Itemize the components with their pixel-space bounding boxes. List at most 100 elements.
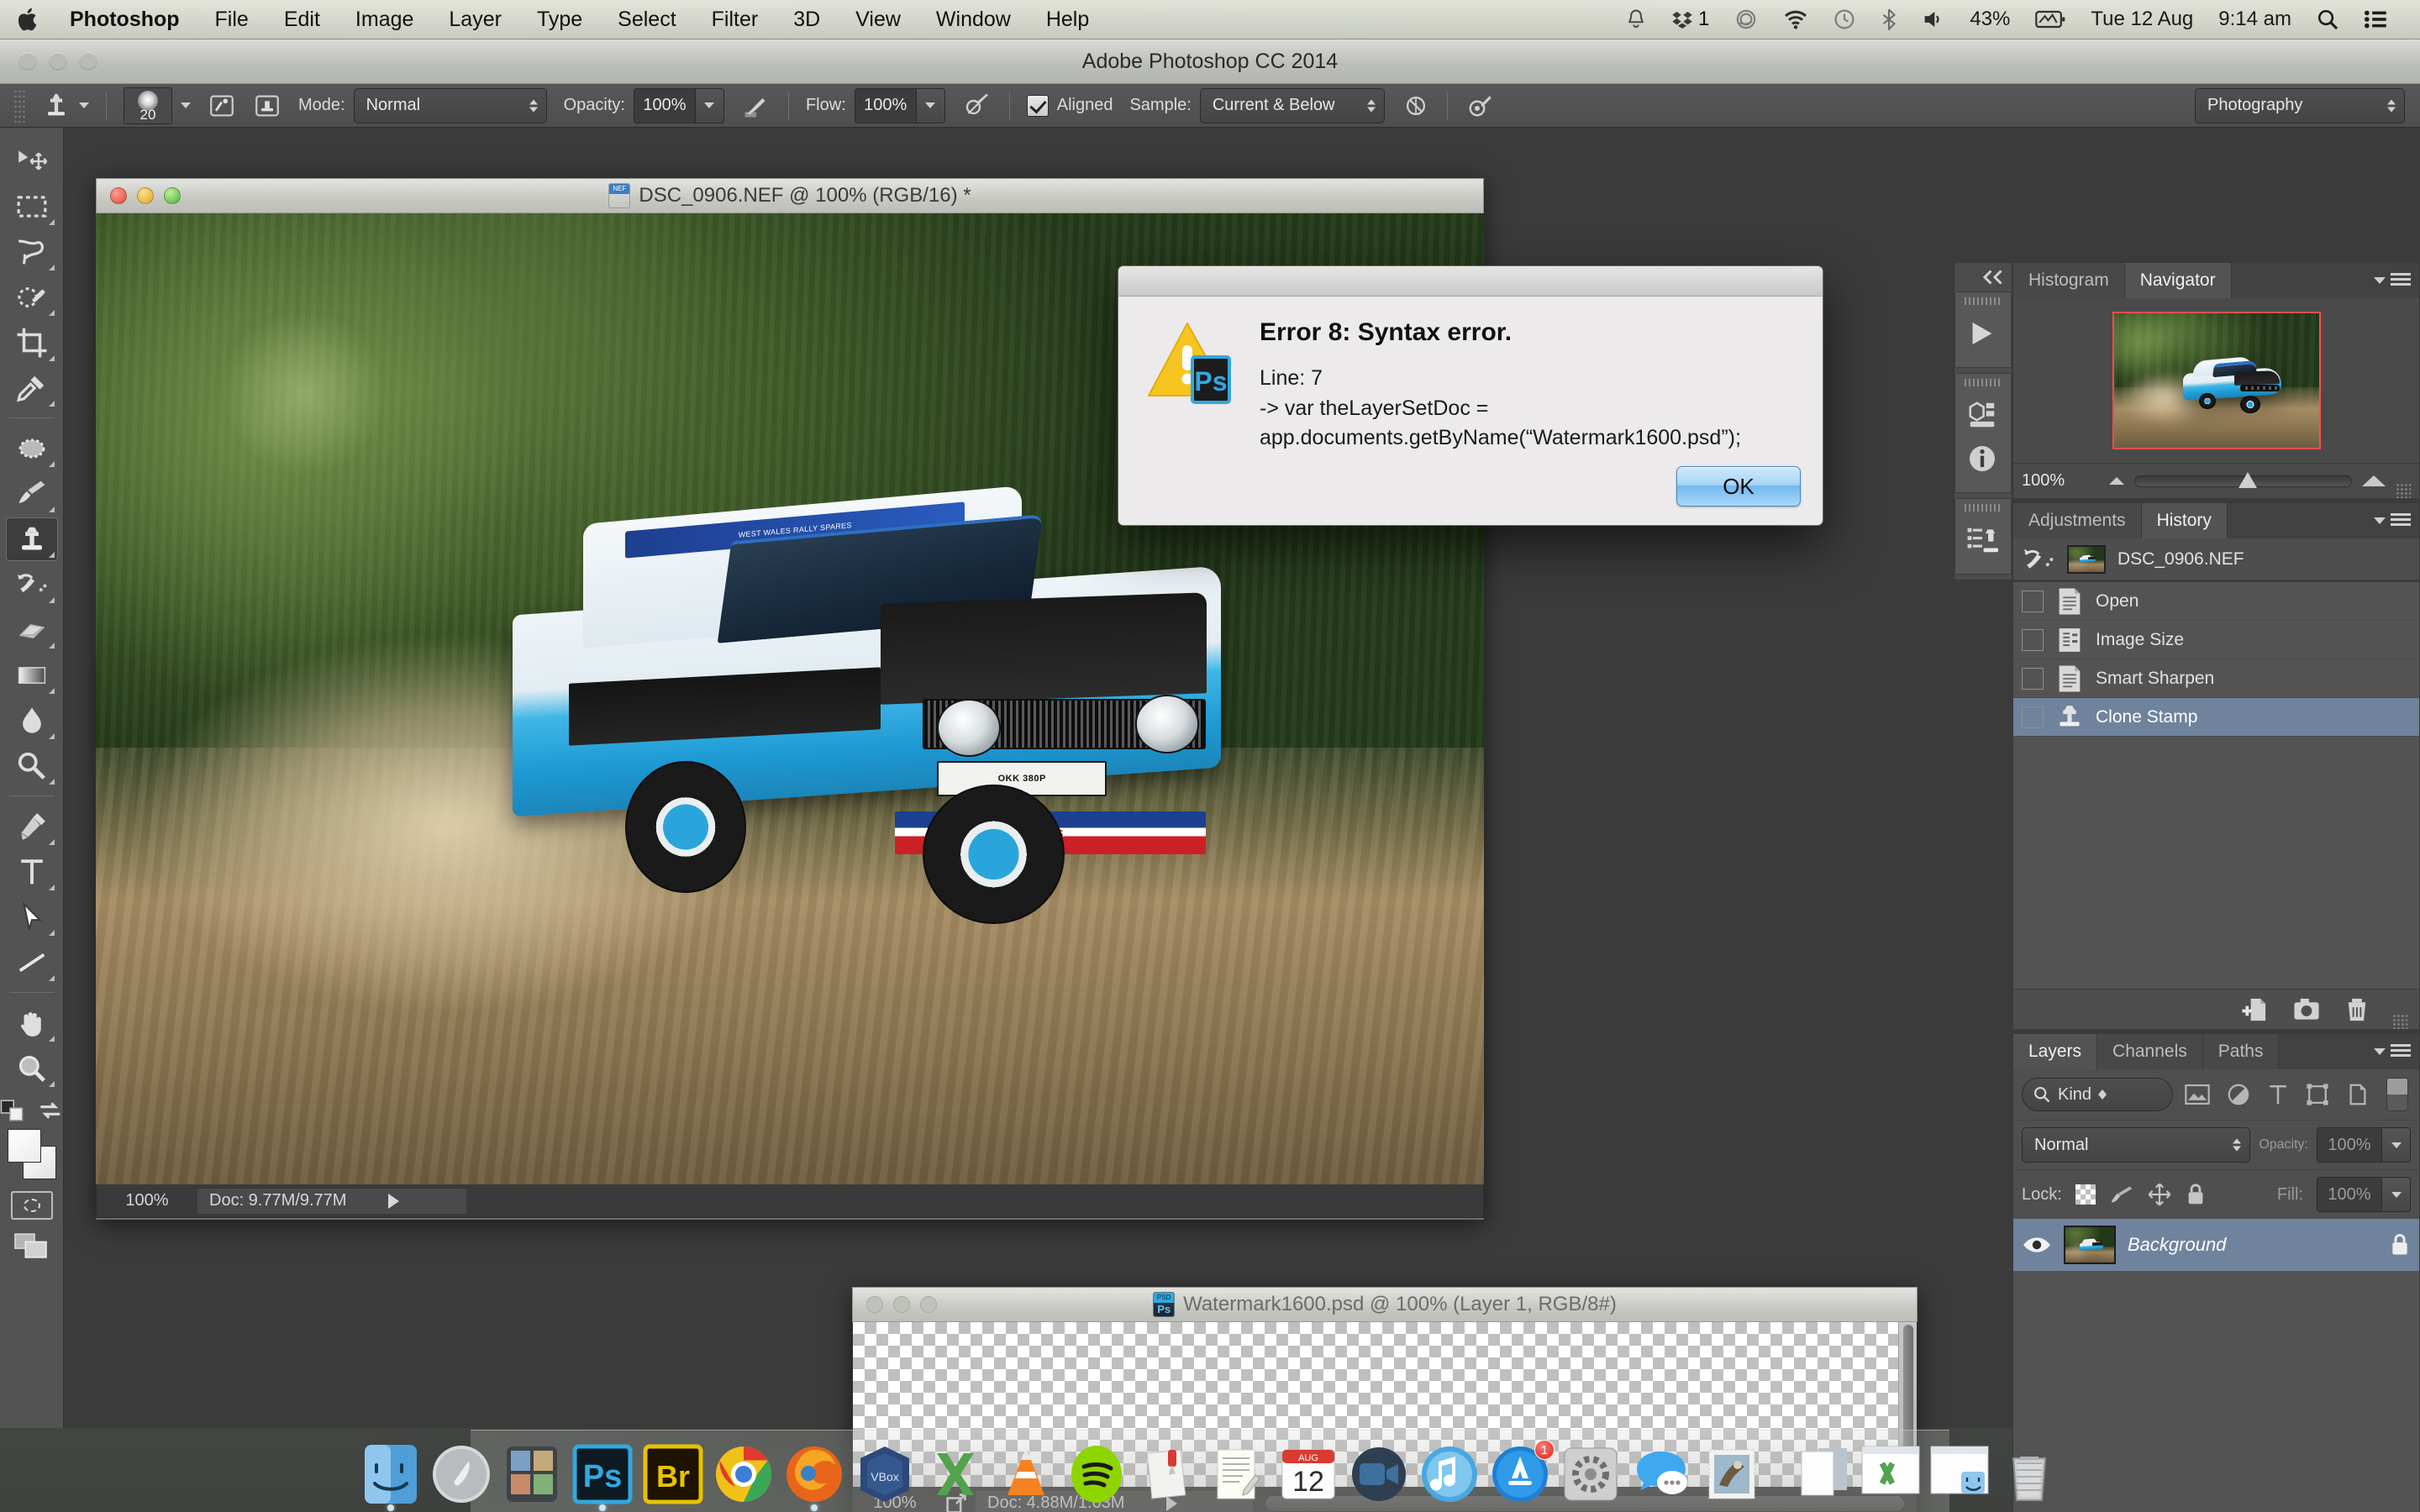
rail-button-actions[interactable]	[1955, 312, 2009, 355]
panel-menu-button[interactable]	[2374, 503, 2411, 538]
tool-eraser[interactable]	[6, 608, 58, 652]
history-state-checkbox[interactable]	[2022, 628, 2044, 651]
flow-dropdown-button[interactable]	[916, 87, 945, 123]
layer-name[interactable]: Background	[2128, 1234, 2377, 1256]
new-document-from-state-icon[interactable]	[2239, 996, 2270, 1023]
slider-knob[interactable]	[2238, 471, 2258, 488]
layer-thumbnail[interactable]	[2064, 1226, 2116, 1264]
dialog-title-bar[interactable]	[1118, 266, 1823, 297]
workspace-select[interactable]: Photography	[2195, 87, 2405, 123]
menu-image[interactable]: Image	[338, 0, 431, 39]
rail-button-info[interactable]	[1955, 437, 2009, 480]
swap-colors-icon[interactable]	[37, 1099, 63, 1122]
close-button[interactable]	[110, 187, 127, 204]
opacity-dropdown-button[interactable]	[695, 87, 724, 123]
panel-grip[interactable]	[1965, 504, 2002, 512]
tool-eyedropper[interactable]	[6, 366, 58, 410]
close-button[interactable]	[18, 52, 37, 71]
menubar-time[interactable]: 9:14 am	[2206, 0, 2304, 39]
eye-icon[interactable]	[2022, 1234, 2052, 1256]
tool-preset-picker[interactable]	[34, 92, 97, 120]
dock-item-messages[interactable]	[1630, 1443, 1692, 1505]
minimize-button[interactable]	[49, 52, 67, 71]
panel-menu-button[interactable]	[2374, 1034, 2411, 1069]
dock-item-textedit[interactable]	[1207, 1443, 1269, 1505]
panel-menu-button[interactable]	[2374, 263, 2411, 298]
dock-item-calendar[interactable]: AUG 12	[1277, 1443, 1339, 1505]
dock-item-preview[interactable]	[1136, 1443, 1198, 1505]
delete-icon[interactable]	[2344, 996, 2370, 1023]
navigator-thumbnail[interactable]	[2112, 312, 2321, 449]
pressure-controls-size-button[interactable]	[1456, 91, 1503, 121]
menu-file[interactable]: File	[197, 0, 266, 39]
filter-pixel-icon[interactable]	[2185, 1084, 2210, 1105]
fill-input[interactable]: 100%	[2317, 1177, 2382, 1212]
lock-all-icon[interactable]	[2185, 1183, 2207, 1206]
flow-input[interactable]: 100%	[854, 87, 917, 123]
tool-gradient[interactable]	[6, 654, 58, 697]
aligned-checkbox[interactable]	[1026, 94, 1049, 117]
menu-help[interactable]: Help	[1028, 0, 1107, 39]
dock-item-bridge[interactable]: Br	[642, 1443, 704, 1505]
dock-item-vlc[interactable]	[995, 1443, 1057, 1505]
tool-brush[interactable]	[6, 472, 58, 516]
filter-type-icon[interactable]	[2267, 1083, 2289, 1106]
zoom-level[interactable]: 100%	[97, 1191, 197, 1210]
collapse-panels-button[interactable]	[1954, 263, 2012, 291]
screen-mode-icon[interactable]	[13, 1231, 50, 1260]
lock-image-pixels-icon[interactable]	[2109, 1184, 2134, 1205]
spotlight-button[interactable]	[2304, 0, 2351, 39]
menu-filter[interactable]: Filter	[694, 0, 776, 39]
tool-rectangular-marquee[interactable]	[6, 185, 58, 228]
tool-type[interactable]	[6, 850, 58, 894]
battery-percent[interactable]: 43%	[1957, 0, 2023, 39]
toggle-clone-source-panel-button[interactable]	[245, 92, 290, 120]
menu-type[interactable]: Type	[519, 0, 600, 39]
bluetooth-status-item[interactable]	[1868, 0, 1910, 39]
dock-item-chrome[interactable]	[713, 1443, 775, 1505]
pressure-controls-opacity-button[interactable]	[733, 91, 780, 121]
zoom-button[interactable]	[164, 187, 181, 204]
dock-item-lightroom[interactable]	[501, 1443, 563, 1505]
dock-item-virtualbox[interactable]: VBox	[854, 1443, 916, 1505]
dropbox-status-item[interactable]: 1	[1659, 0, 1722, 39]
lock-icon[interactable]	[2389, 1232, 2411, 1257]
navigator-zoom-slider[interactable]	[2134, 471, 2352, 488]
tool-line[interactable]	[6, 941, 58, 984]
tab-paths[interactable]: Paths	[2202, 1034, 2280, 1069]
tool-clone-stamp[interactable]	[5, 517, 58, 561]
filter-toggle-switch[interactable]	[2386, 1078, 2408, 1111]
tool-hand[interactable]	[6, 1001, 58, 1045]
quick-mask-toggle[interactable]	[10, 1191, 53, 1220]
layer-opacity-dropdown[interactable]	[2382, 1127, 2411, 1163]
filter-adjustment-icon[interactable]	[2227, 1083, 2250, 1106]
document-title-bar[interactable]: DSC_0906.NEF @ 100% (RGB/16) *	[96, 178, 1484, 213]
tool-dodge[interactable]	[6, 744, 58, 788]
layer-opacity-input[interactable]: 100%	[2317, 1127, 2382, 1163]
filter-smart-object-icon[interactable]	[2346, 1083, 2370, 1106]
menu-select[interactable]: Select	[600, 0, 693, 39]
workspace-switcher[interactable]: Photography	[2195, 87, 2405, 123]
dock-item-system-preferences[interactable]	[1560, 1443, 1622, 1505]
toggle-brush-panel-button[interactable]	[199, 92, 245, 120]
opacity-input[interactable]: 100%	[633, 87, 696, 123]
dock-minimized-excel[interactable]	[1860, 1443, 1921, 1505]
lock-position-icon[interactable]	[2148, 1183, 2171, 1206]
layer-filter-kind-select[interactable]: Kind	[2022, 1078, 2173, 1111]
menu-window[interactable]: Window	[918, 0, 1028, 39]
history-state-checkbox[interactable]	[2022, 667, 2044, 690]
fill-dropdown[interactable]	[2382, 1177, 2411, 1212]
history-state-checkbox[interactable]	[2022, 706, 2044, 728]
menu-photoshop[interactable]: Photoshop	[52, 0, 197, 39]
foreground-color-swatch[interactable]	[7, 1129, 41, 1163]
document-title-bar[interactable]: Watermark1600.psd @ 100% (Layer 1, RGB/8…	[852, 1287, 1918, 1322]
small-mountain-icon[interactable]	[2109, 477, 2124, 485]
filter-shape-icon[interactable]	[2306, 1083, 2329, 1106]
menu-layer[interactable]: Layer	[431, 0, 519, 39]
document-info[interactable]: Doc: 9.77M/9.77M	[197, 1188, 466, 1214]
tool-crop[interactable]	[6, 321, 58, 365]
tool-zoom[interactable]	[6, 1047, 58, 1090]
volume-status-item[interactable]	[1910, 0, 1957, 39]
history-state-row[interactable]: Smart Sharpen	[2013, 659, 2419, 698]
resize-grip-icon[interactable]	[2396, 483, 2411, 498]
